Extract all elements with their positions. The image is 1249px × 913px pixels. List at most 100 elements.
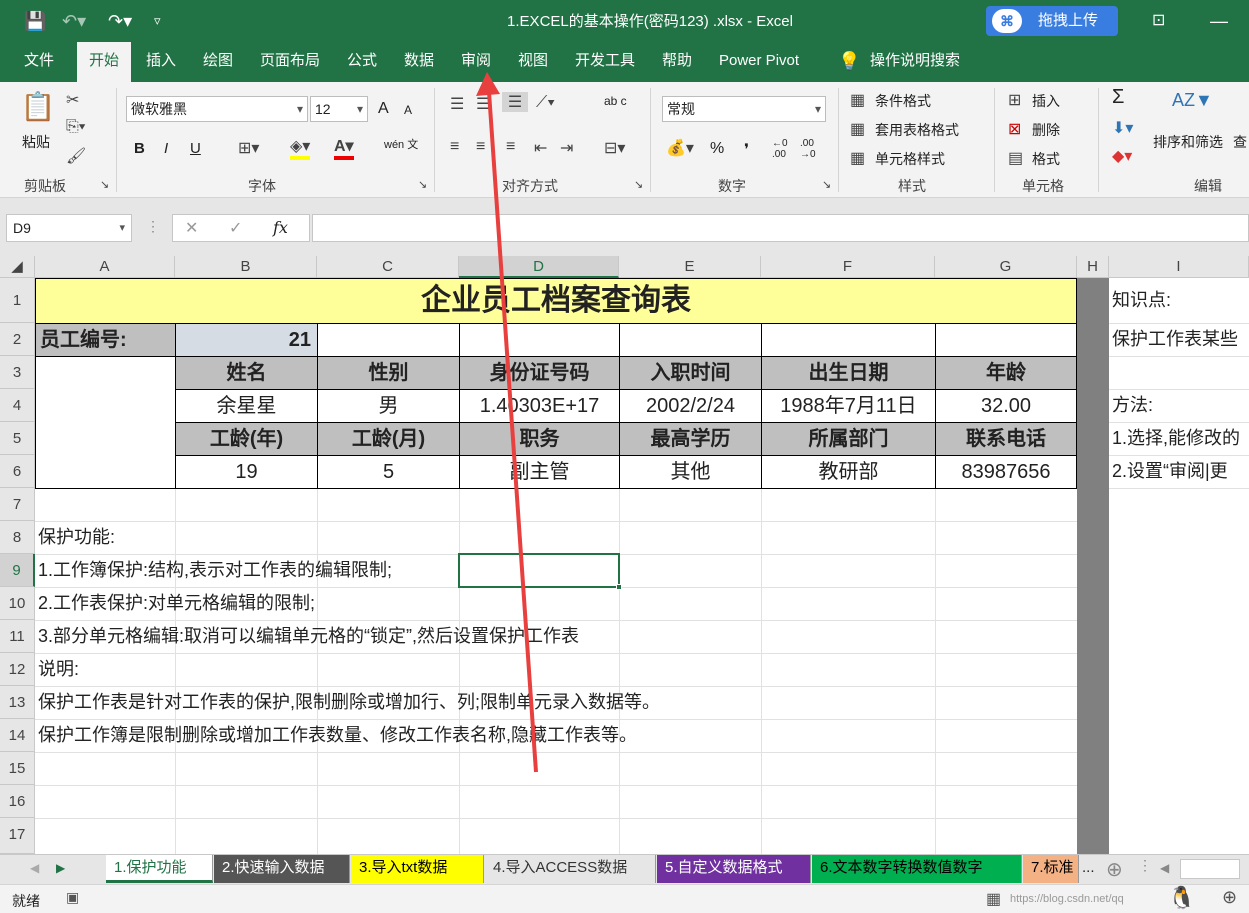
select-all-corner[interactable]: ◢ — [0, 256, 35, 278]
normal-view-icon[interactable]: ▦ — [986, 889, 1001, 909]
paste-icon[interactable]: 📋 — [20, 90, 56, 124]
header-phone[interactable]: 联系电话 — [935, 422, 1077, 456]
emp-id-value-cell[interactable]: 21 — [175, 323, 318, 357]
font-launcher-icon[interactable]: ↘ — [418, 178, 427, 191]
wrap-text-icon[interactable]: ab c — [604, 94, 627, 108]
row-header-3[interactable]: 3 — [0, 356, 35, 389]
menu-page-layout[interactable]: 页面布局 — [260, 42, 320, 82]
value-name[interactable]: 余星星 — [175, 389, 318, 423]
value-years-service[interactable]: 19 — [175, 455, 318, 489]
note-line[interactable]: 保护工作簿是限制删除或增加工作表数量、修改工作表名称,隐藏工作表等。 — [38, 719, 637, 752]
accounting-icon[interactable]: 💰▾ — [666, 138, 694, 158]
column-header-b[interactable]: B — [175, 256, 317, 278]
increase-indent-icon[interactable]: ⇥ — [560, 138, 573, 158]
clear-icon[interactable]: ◆▾ — [1112, 146, 1132, 166]
header-position[interactable]: 职务 — [459, 422, 620, 456]
side-note[interactable]: 保护工作表某些 — [1112, 323, 1249, 356]
merge-center-icon[interactable]: ⊟▾ — [604, 138, 625, 158]
menu-view[interactable]: 视图 — [518, 42, 548, 82]
row-header-13[interactable]: 13 — [0, 686, 35, 719]
sheet-tab[interactable]: 7.标准 — [1023, 855, 1079, 883]
side-note[interactable]: 1.选择,能修改的 — [1112, 422, 1249, 455]
format-painter-icon[interactable]: 🖌 — [66, 146, 86, 166]
clipboard-launcher-icon[interactable]: ↘ — [100, 178, 109, 191]
scroll-left-icon[interactable]: ◀ — [30, 861, 39, 875]
side-note[interactable]: 知识点: — [1112, 278, 1171, 323]
hscroll-left-icon[interactable]: ◀ — [1160, 861, 1169, 875]
decrease-decimal-button[interactable]: .00 →0 — [800, 138, 824, 160]
align-bottom-icon[interactable]: ☰ — [502, 92, 528, 112]
bold-button[interactable]: B — [134, 140, 145, 157]
column-header-c[interactable]: C — [317, 256, 459, 278]
underline-button[interactable]: U — [190, 140, 201, 157]
shrink-font-button[interactable]: A — [404, 103, 412, 117]
value-gender[interactable]: 男 — [317, 389, 460, 423]
empty-cell[interactable] — [459, 323, 620, 357]
menu-data[interactable]: 数据 — [404, 42, 434, 82]
more-sheets-button[interactable]: ... — [1082, 859, 1095, 876]
row-header-1[interactable]: 1 — [0, 278, 35, 323]
value-birth-date[interactable]: 1988年7月11日 — [761, 389, 936, 423]
menu-draw[interactable]: 绘图 — [203, 42, 233, 82]
number-format-select[interactable]: 常规 ▾ — [662, 96, 826, 122]
cell-style-button[interactable]: 单元格样式 — [875, 149, 945, 169]
enter-icon[interactable]: ✓ — [229, 218, 242, 238]
menu-file[interactable]: 文件 — [24, 42, 54, 82]
value-id-number[interactable]: 1.40303E+17 — [459, 389, 620, 423]
menu-review[interactable]: 审阅 — [461, 42, 491, 82]
column-header-a[interactable]: A — [35, 256, 175, 278]
empty-cell[interactable] — [317, 323, 460, 357]
ribbon-display-icon[interactable]: ⊡ — [1152, 8, 1165, 34]
header-department[interactable]: 所属部门 — [761, 422, 936, 456]
formula-input[interactable] — [312, 214, 1249, 242]
menu-insert[interactable]: 插入 — [146, 42, 176, 82]
italic-button[interactable]: I — [164, 140, 168, 157]
value-hire-date[interactable]: 2002/2/24 — [619, 389, 762, 423]
value-education[interactable]: 其他 — [619, 455, 762, 489]
row-header-17[interactable]: 17 — [0, 818, 35, 854]
grow-font-button[interactable]: A — [378, 100, 389, 118]
note-line[interactable]: 1.工作簿保护:结构,表示对工作表的编辑限制; — [38, 554, 392, 587]
row-header-12[interactable]: 12 — [0, 653, 35, 686]
menu-formulas[interactable]: 公式 — [347, 42, 377, 82]
macro-record-icon[interactable]: ▣ — [66, 889, 79, 906]
font-name-select[interactable]: 微软雅黑 ▾ — [126, 96, 308, 122]
increase-decimal-button[interactable]: ←0 .00 — [772, 138, 796, 160]
scroll-right-icon[interactable]: ▶ — [56, 861, 65, 875]
horizontal-scrollbar[interactable] — [1180, 859, 1240, 879]
value-phone[interactable]: 83987656 — [935, 455, 1077, 489]
fill-icon[interactable]: ⬇▾ — [1112, 118, 1133, 138]
note-line[interactable]: 3.部分单元格编辑:取消可以编辑单元格的“锁定”,然后设置保护工作表 — [38, 620, 579, 653]
align-center-icon[interactable]: ≡ — [476, 138, 485, 156]
value-department[interactable]: 教研部 — [761, 455, 936, 489]
emp-id-label-cell[interactable]: 员工编号: — [35, 323, 176, 357]
align-top-icon[interactable]: ☰ — [450, 94, 464, 114]
row-header-16[interactable]: 16 — [0, 785, 35, 818]
header-id-number[interactable]: 身份证号码 — [459, 356, 620, 390]
row-header-10[interactable]: 10 — [0, 587, 35, 620]
value-months-service[interactable]: 5 — [317, 455, 460, 489]
sheet-tab[interactable]: 2.快速输入数据 — [214, 855, 350, 883]
empty-cell[interactable] — [935, 323, 1077, 357]
sheet-tab[interactable]: 6.文本数字转换数值数字 — [812, 855, 1022, 883]
name-box[interactable]: D9 ▾ — [6, 214, 132, 242]
orientation-icon[interactable]: ⟋▾ — [536, 94, 555, 112]
table-format-button[interactable]: 套用表格格式 — [875, 120, 959, 140]
autosum-icon[interactable]: Σ — [1112, 86, 1124, 109]
header-birth-date[interactable]: 出生日期 — [761, 356, 936, 390]
merged-a3-a6[interactable] — [35, 356, 176, 489]
row-header-5[interactable]: 5 — [0, 422, 35, 455]
note-line[interactable]: 保护工作表是针对工作表的保护,限制删除或增加行、列;限制单元录入数据等。 — [38, 686, 660, 719]
header-name[interactable]: 姓名 — [175, 356, 318, 390]
upload-button[interactable]: ⌘ 拖拽上传 — [986, 6, 1118, 36]
header-gender[interactable]: 性别 — [317, 356, 460, 390]
row-header-14[interactable]: 14 — [0, 719, 35, 752]
menu-tell-me[interactable]: 操作说明搜索 — [870, 42, 960, 82]
value-age[interactable]: 32.00 — [935, 389, 1077, 423]
zoom-in-icon[interactable]: ⊕ — [1222, 887, 1237, 908]
fill-handle[interactable] — [616, 584, 622, 590]
worksheet-grid[interactable]: ◢ A B C D E F G H I 1 2 3 4 5 6 7 8 9 10… — [0, 256, 1249, 854]
comma-button[interactable]: ❜ — [744, 140, 749, 160]
note-line[interactable]: 2.工作表保护:对单元格编辑的限制; — [38, 587, 315, 620]
align-right-icon[interactable]: ≡ — [506, 138, 515, 156]
